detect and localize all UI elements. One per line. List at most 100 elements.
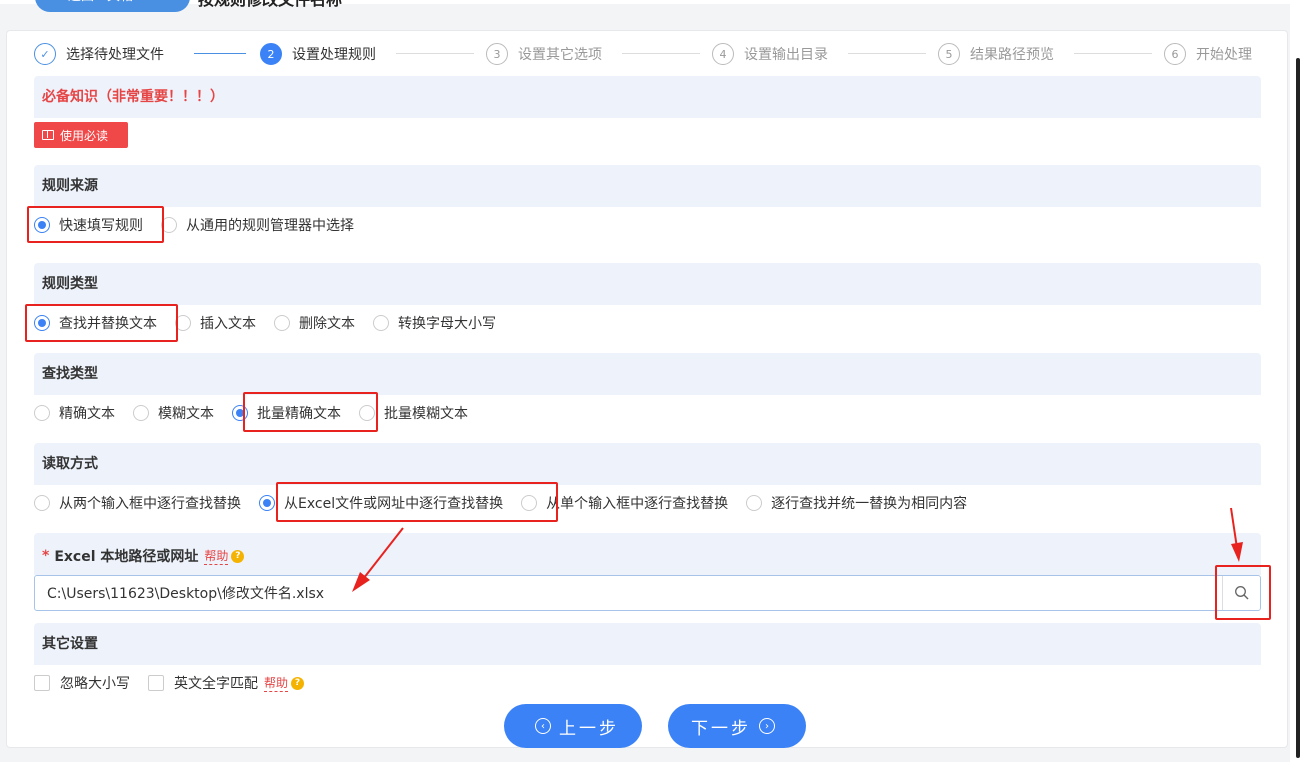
excel-field-label: * Excel 本地路径或网址 帮助 ?	[42, 546, 245, 566]
option-label: 从单个输入框中逐行查找替换	[546, 496, 729, 512]
read-mode-options: 从两个输入框中逐行查找替换 从Excel文件或网址中逐行查找替换 从单个输入框中…	[34, 491, 985, 515]
rule-source-title: 规则来源	[34, 165, 1261, 207]
other-settings-title: 其它设置	[34, 623, 1261, 665]
rule-source-manager[interactable]: 从通用的规则管理器中选择	[161, 215, 354, 235]
step-connector	[1074, 53, 1152, 54]
radio-icon	[359, 405, 375, 421]
radio-checked-icon	[34, 315, 50, 331]
help-link[interactable]: 帮助	[264, 674, 289, 692]
step-connector	[622, 53, 700, 54]
page-title: 按规则修改文件名称	[198, 0, 342, 10]
question-icon[interactable]: ?	[291, 676, 305, 690]
option-label: 逐行查找并统一替换为相同内容	[771, 496, 968, 512]
step-1[interactable]: ✓ 选择待处理文件	[34, 40, 164, 68]
step-3[interactable]: 3 设置其它选项	[486, 40, 602, 68]
question-icon[interactable]: ?	[231, 549, 245, 563]
radio-icon	[274, 315, 290, 331]
find-type-exact[interactable]: 精确文本	[34, 403, 115, 423]
option-label: 批量精确文本	[257, 406, 341, 422]
read-mode-uniform[interactable]: 逐行查找并统一替换为相同内容	[746, 493, 967, 513]
back-button[interactable]: < 返回工具箱	[35, 0, 190, 12]
excel-label-text: Excel 本地路径或网址	[54, 549, 199, 565]
find-type-batch-exact[interactable]: 批量精确文本	[232, 403, 341, 423]
step-label: 设置输出目录	[744, 47, 828, 63]
option-label: 查找并替换文本	[59, 316, 157, 332]
radio-checked-icon	[259, 495, 275, 511]
option-label: 精确文本	[59, 406, 115, 422]
step-connector	[396, 53, 474, 54]
read-mode-two-inputs[interactable]: 从两个输入框中逐行查找替换	[34, 493, 241, 513]
step-4[interactable]: 4 设置输出目录	[712, 40, 828, 68]
step-label: 设置其它选项	[518, 47, 602, 63]
must-read-button[interactable]: 使用必读	[34, 122, 128, 148]
excel-path-field	[34, 575, 1261, 611]
rule-source-options: 快速填写规则 从通用的规则管理器中选择	[34, 213, 372, 237]
step-label: 开始处理	[1196, 47, 1252, 63]
checkbox-icon	[34, 675, 50, 691]
top-bar	[0, 0, 1302, 4]
rule-type-insert[interactable]: 插入文本	[175, 313, 256, 333]
radio-icon	[161, 217, 177, 233]
search-icon	[1234, 586, 1248, 600]
option-label: 插入文本	[200, 316, 256, 332]
option-label: 从Excel文件或网址中逐行查找替换	[284, 496, 504, 512]
browse-button[interactable]	[1222, 576, 1260, 610]
book-icon	[42, 130, 54, 140]
knowledge-title: 必备知识（非常重要！！！）	[34, 76, 1261, 118]
help-link[interactable]: 帮助	[204, 547, 229, 565]
rule-type-options: 查找并替换文本 插入文本 删除文本 转换字母大小写	[34, 311, 514, 335]
step-number: 4	[712, 43, 734, 65]
checkbox-icon	[148, 675, 164, 691]
rule-type-delete[interactable]: 删除文本	[274, 313, 355, 333]
find-type-batch-fuzzy[interactable]: 批量模糊文本	[359, 403, 468, 423]
step-connector	[194, 53, 246, 54]
step-label: 选择待处理文件	[66, 47, 164, 63]
option-label: 英文全字匹配	[174, 676, 258, 692]
find-type-fuzzy[interactable]: 模糊文本	[133, 403, 214, 423]
next-label: 下一步	[691, 718, 751, 739]
step-label: 结果路径预览	[970, 47, 1054, 63]
radio-icon	[373, 315, 389, 331]
option-label: 模糊文本	[158, 406, 214, 422]
chevron-left-icon: ‹	[535, 718, 551, 734]
rule-source-quick[interactable]: 快速填写规则	[34, 215, 143, 235]
read-mode-single-input[interactable]: 从单个输入框中逐行查找替换	[521, 493, 728, 513]
step-label: 设置处理规则	[292, 47, 376, 63]
step-2[interactable]: 2 设置处理规则	[260, 40, 376, 68]
rule-type-case[interactable]: 转换字母大小写	[373, 313, 496, 333]
radio-icon	[34, 405, 50, 421]
read-mode-title: 读取方式	[34, 443, 1261, 485]
step-number: 2	[260, 43, 282, 65]
chevron-right-icon: ›	[759, 718, 775, 734]
rule-type-replace[interactable]: 查找并替换文本	[34, 313, 157, 333]
step-number: 3	[486, 43, 508, 65]
find-type-options: 精确文本 模糊文本 批量精确文本 批量模糊文本	[34, 401, 486, 425]
radio-icon	[746, 495, 763, 511]
read-mode-excel[interactable]: 从Excel文件或网址中逐行查找替换	[259, 493, 503, 513]
option-label: 批量模糊文本	[384, 406, 468, 422]
radio-checked-icon	[232, 405, 248, 421]
rule-type-title: 规则类型	[34, 263, 1261, 305]
whole-word-option[interactable]: 英文全字匹配	[148, 673, 258, 693]
next-step-button[interactable]: 下一步 ›	[668, 704, 806, 748]
option-label: 从通用的规则管理器中选择	[186, 218, 354, 234]
prev-step-button[interactable]: ‹ 上一步	[504, 704, 642, 748]
prev-label: 上一步	[559, 718, 619, 739]
find-type-title: 查找类型	[34, 353, 1261, 395]
bottom-bar	[0, 756, 1290, 762]
excel-path-input[interactable]	[35, 576, 1221, 610]
step-number: 6	[1164, 43, 1186, 65]
step-5[interactable]: 5 结果路径预览	[938, 40, 1054, 68]
option-label: 转换字母大小写	[398, 316, 496, 332]
scrollbar-thumb[interactable]	[1296, 58, 1300, 758]
option-label: 删除文本	[299, 316, 355, 332]
radio-icon	[133, 405, 149, 421]
step-6[interactable]: 6 开始处理	[1164, 40, 1252, 68]
radio-checked-icon	[34, 217, 50, 233]
must-read-label: 使用必读	[60, 128, 109, 143]
option-label: 忽略大小写	[60, 676, 130, 692]
ignore-case-option[interactable]: 忽略大小写	[34, 673, 130, 693]
step-connector	[848, 53, 926, 54]
other-settings-options: 忽略大小写 英文全字匹配 帮助 ?	[34, 671, 305, 695]
step-indicator: ✓ 选择待处理文件 2 设置处理规则 3 设置其它选项 4 设置输出目录 5 结…	[34, 40, 1264, 68]
